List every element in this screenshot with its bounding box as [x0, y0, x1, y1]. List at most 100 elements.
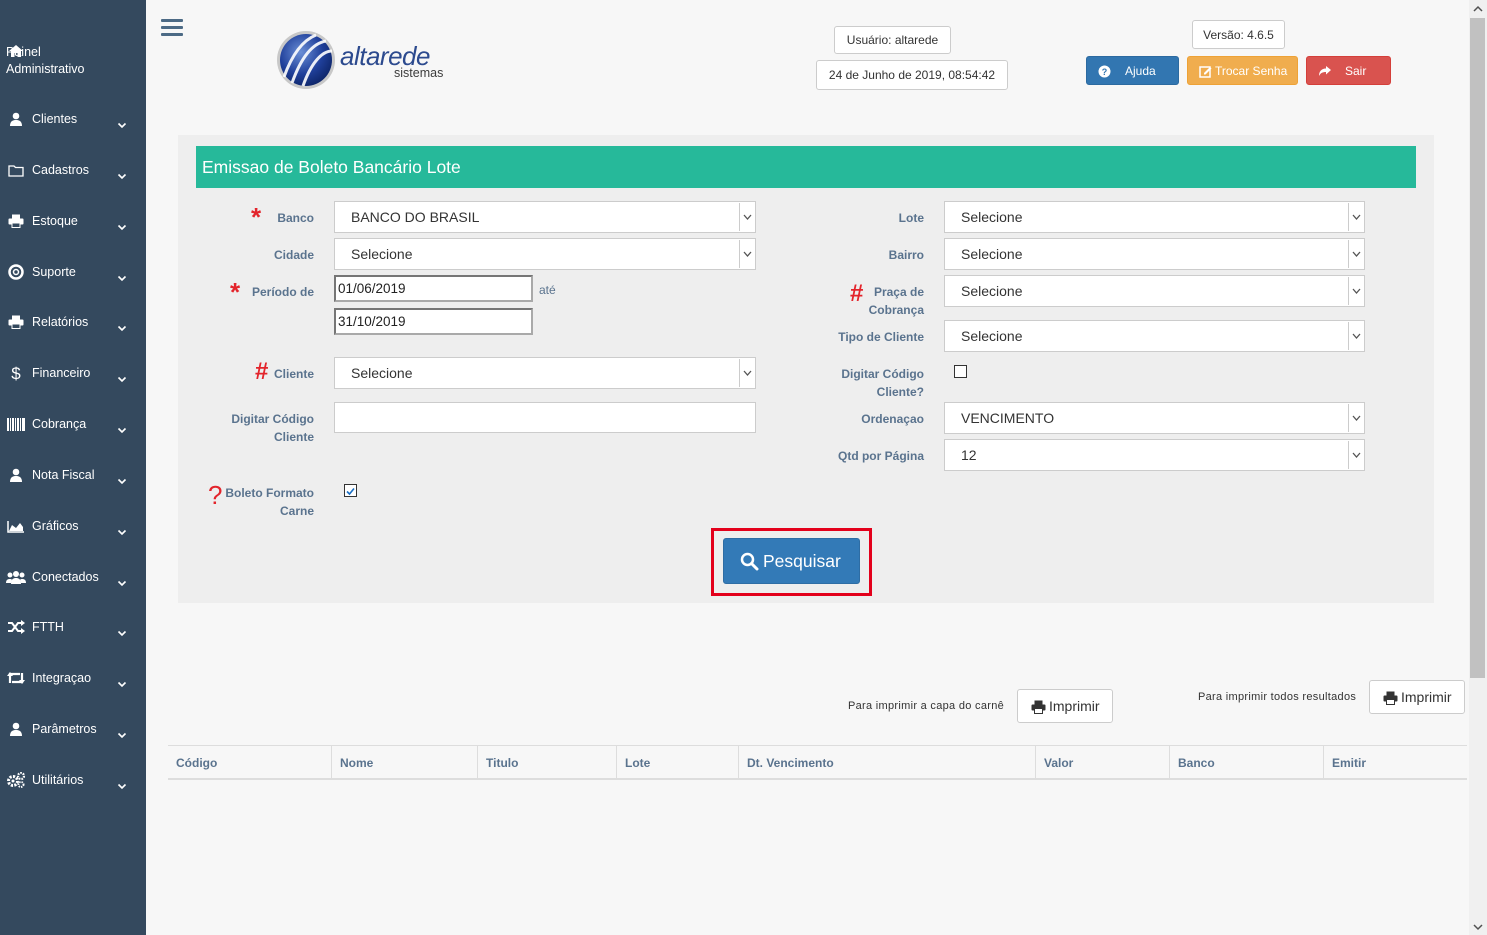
- bairro-select[interactable]: Selecione: [944, 238, 1365, 270]
- qtd-pagina-select[interactable]: 12: [944, 439, 1365, 471]
- scrollbar-thumb[interactable]: [1470, 18, 1485, 678]
- svg-text:$: $: [11, 364, 21, 382]
- share-arrow-icon: [1319, 66, 1331, 76]
- chevron-down-icon: [739, 359, 755, 387]
- panel-title: Emissao de Boleto Bancário Lote: [196, 146, 1416, 188]
- tipo-cliente-value: Selecione: [961, 328, 1023, 344]
- digitar-codigo-input[interactable]: [334, 402, 756, 433]
- column-header-valor[interactable]: Valor: [1035, 746, 1169, 779]
- sidebar-item-relatorios[interactable]: Relatórios: [0, 302, 146, 342]
- sidebar-item-cadastros[interactable]: Cadastros: [0, 150, 146, 190]
- boleto-carne-checkbox[interactable]: [344, 484, 357, 497]
- sidebar-item-label: Cobrança: [32, 417, 87, 431]
- lote-label: Lote: [898, 211, 924, 225]
- version-badge: Versão: 4.6.5: [1192, 20, 1285, 49]
- sidebar-item-label: Suporte: [32, 265, 76, 279]
- change-password-button[interactable]: Trocar Senha: [1187, 56, 1298, 85]
- chevron-down-icon: [1348, 441, 1364, 469]
- ordenacao-select[interactable]: VENCIMENTO: [944, 402, 1365, 434]
- praca-label: Praça de Cobrança: [820, 283, 924, 319]
- periodo-label: Período de: [251, 285, 314, 299]
- search-icon: [740, 552, 759, 571]
- user-icon: [6, 110, 26, 128]
- periodo-end-input[interactable]: 31/10/2019: [334, 308, 533, 335]
- folder-icon: [6, 161, 26, 179]
- cliente-select[interactable]: Selecione: [334, 357, 756, 389]
- exit-label: Sair: [1345, 63, 1367, 78]
- column-header-nome[interactable]: Nome: [331, 746, 477, 779]
- ordenacao-value: VENCIMENTO: [961, 410, 1055, 426]
- tipo-cliente-select[interactable]: Selecione: [944, 320, 1365, 352]
- print-icon: [6, 313, 26, 331]
- chevron-down-icon: [1348, 277, 1364, 305]
- print-all-button[interactable]: Imprimir: [1369, 680, 1465, 714]
- cidade-select[interactable]: Selecione: [334, 238, 756, 270]
- search-button[interactable]: Pesquisar: [723, 538, 860, 584]
- praca-label-line1: Praça de: [873, 285, 924, 299]
- checkmark-icon: [346, 487, 355, 496]
- boleto-carne-label: Boleto Formato Carne: [200, 484, 314, 520]
- print-all-note: Para imprimir todos resultados: [1198, 691, 1357, 703]
- chevron-down-icon: [739, 203, 755, 231]
- scroll-down-icon[interactable]: [1473, 922, 1483, 932]
- sidebar-item-suporte[interactable]: Suporte: [0, 252, 146, 292]
- chevron-down-icon: [1348, 203, 1364, 231]
- help-button[interactable]: ? Ajuda: [1086, 56, 1179, 85]
- sidebar-item-label: Cadastros: [32, 163, 89, 177]
- column-header-dt-vencimento[interactable]: Dt. Vencimento: [738, 746, 1035, 779]
- sidebar-item-conectados[interactable]: Conectados: [0, 557, 146, 597]
- column-header-lote[interactable]: Lote: [616, 746, 738, 779]
- cidade-value: Selecione: [351, 246, 413, 262]
- lote-select[interactable]: Selecione: [944, 201, 1365, 233]
- banco-select[interactable]: BANCO DO BRASIL: [334, 201, 756, 233]
- column-header-codigo[interactable]: Código: [168, 746, 331, 779]
- sidebar-item-integracao[interactable]: Integraçao: [0, 658, 146, 698]
- sidebar-item-label: Utilitários: [32, 773, 84, 787]
- sidebar-item-financeiro[interactable]: $ Financeiro: [0, 353, 146, 393]
- column-header-emitir[interactable]: Emitir: [1323, 746, 1467, 779]
- logo-subtitle: sistemas: [394, 66, 444, 80]
- menu-toggle-button[interactable]: [161, 19, 183, 37]
- users-icon: [6, 568, 26, 586]
- periodo-start-input[interactable]: 01/06/2019: [334, 275, 533, 302]
- print-cover-button[interactable]: Imprimir: [1017, 689, 1113, 723]
- praca-select[interactable]: Selecione: [944, 275, 1365, 307]
- digitar-codigo-cliente-checkbox[interactable]: [954, 365, 967, 378]
- sidebar-item-label: Estoque: [32, 214, 78, 228]
- column-header-titulo[interactable]: Titulo: [477, 746, 616, 779]
- datetime-badge: 24 de Junho de 2019, 08:54:42: [816, 60, 1008, 90]
- sidebar-item-painel[interactable]: Painel Administrativo: [0, 40, 146, 80]
- sidebar-item-ftth[interactable]: FTTH: [0, 607, 146, 647]
- bairro-label: Bairro: [888, 248, 924, 262]
- sidebar-item-label: Integraçao: [32, 671, 92, 685]
- barcode-icon: [6, 415, 26, 433]
- praca-value: Selecione: [961, 283, 1023, 299]
- sidebar-item-cobranca[interactable]: Cobrança: [0, 404, 146, 444]
- sidebar-item-nota-fiscal[interactable]: Nota Fiscal: [0, 455, 146, 495]
- edit-icon: [1199, 66, 1212, 78]
- sidebar-item-parametros[interactable]: Parâmetros: [0, 709, 146, 749]
- user-icon: [6, 466, 26, 484]
- page-scrollbar[interactable]: [1469, 0, 1487, 935]
- sidebar-item-clientes[interactable]: Clientes: [0, 99, 146, 139]
- digitar-codigo-label-line2: Cliente: [273, 430, 314, 444]
- sidebar-item-utilitarios[interactable]: Utilitários: [0, 760, 146, 800]
- required-asterisk-icon: *: [230, 277, 241, 307]
- cogs-icon: [6, 771, 26, 789]
- sidebar: Painel Administrativo Clientes Cadastros E…: [0, 0, 146, 935]
- cidade-label: Cidade: [273, 248, 314, 262]
- bairro-value: Selecione: [961, 246, 1023, 262]
- sidebar-item-label: Nota Fiscal: [32, 468, 95, 482]
- sidebar-item-estoque[interactable]: Estoque: [0, 201, 146, 241]
- scroll-up-icon[interactable]: [1473, 4, 1483, 14]
- column-header-banco[interactable]: Banco: [1169, 746, 1323, 779]
- sidebar-item-label: Parâmetros: [32, 722, 97, 736]
- lifebuoy-icon: [6, 263, 26, 281]
- search-label: Pesquisar: [763, 550, 841, 571]
- exit-button[interactable]: Sair: [1306, 56, 1391, 85]
- printer-icon: [1383, 691, 1398, 705]
- chevron-down-icon: [1348, 404, 1364, 432]
- print-cover-note: Para imprimir a capa do carnê: [848, 700, 1005, 712]
- sidebar-item-graficos[interactable]: Gráficos: [0, 506, 146, 546]
- digitar-codigo-label-line1: Digitar Código: [231, 412, 314, 426]
